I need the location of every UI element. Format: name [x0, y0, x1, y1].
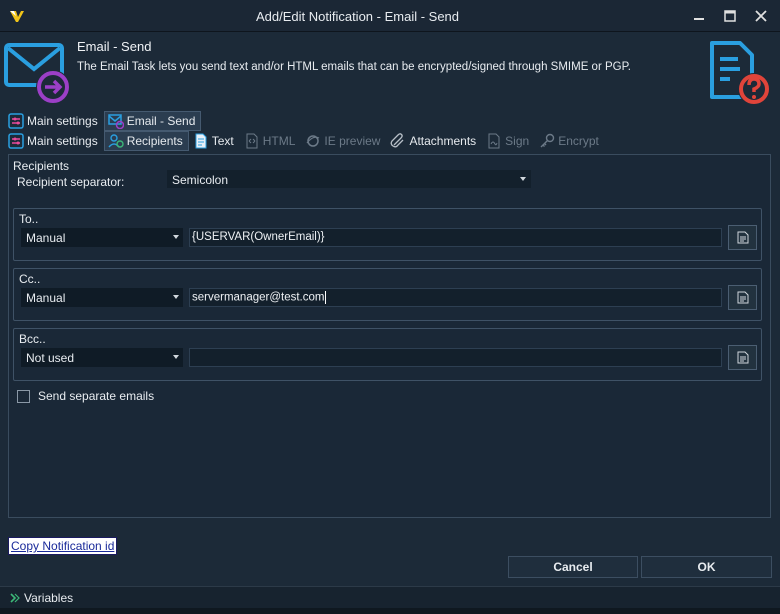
tab-label: Main settings [27, 114, 98, 128]
recipients-icon [108, 133, 124, 149]
ie-preview-icon [305, 133, 321, 149]
header-title: Email - Send [77, 39, 152, 54]
separator-select[interactable]: Semicolon [167, 170, 531, 188]
tab-main-settings[interactable]: Main settings [4, 111, 104, 131]
variables-label: Variables [24, 591, 74, 605]
subtab-html[interactable]: HTML [240, 131, 302, 151]
bcc-mode-value: Not used [26, 351, 75, 365]
window-title: Add/Edit Notification - Email - Send [255, 9, 460, 24]
subtab-main-settings[interactable]: Main settings [4, 131, 104, 151]
chevron-down-icon [173, 295, 179, 299]
tab-label: Attachments [409, 134, 477, 148]
subtab-encrypt[interactable]: Encrypt [535, 131, 605, 151]
title-bar: Add/Edit Notification - Email - Send [0, 0, 780, 32]
subtab-ie-preview[interactable]: IE preview [301, 131, 386, 151]
recipients-panel: Recipients Recipient separator: Semicolo… [8, 154, 771, 518]
bcc-label: Bcc.. [19, 332, 46, 346]
document-icon [737, 231, 748, 244]
separator-label: Recipient separator: [17, 175, 125, 189]
cc-input[interactable]: servermanager@test.com [189, 288, 722, 307]
text-document-icon [193, 133, 209, 149]
cc-label: Cc.. [19, 272, 41, 286]
bcc-mode-select[interactable]: Not used [21, 348, 183, 367]
main-tabbar: Main settings Email - Send [4, 111, 202, 131]
tab-label: IE preview [324, 134, 381, 148]
cc-mode-value: Manual [26, 291, 66, 305]
cancel-button[interactable]: Cancel [508, 556, 638, 578]
maximize-button[interactable] [715, 4, 745, 28]
section-title: Recipients [13, 159, 70, 173]
settings-sliders-icon [8, 133, 24, 149]
paperclip-icon [390, 133, 406, 149]
separator-value: Semicolon [172, 173, 229, 187]
copy-notification-id-link[interactable]: Copy Notification id [8, 537, 118, 555]
chevron-down-icon [520, 177, 526, 181]
sub-tabbar: Main settings Recipients Text HTML IE pr… [4, 131, 605, 151]
close-button[interactable] [746, 4, 776, 28]
task-header: Email - Send The Email Task lets you sen… [0, 33, 780, 109]
document-icon [737, 291, 748, 304]
subtab-attachments[interactable]: Attachments [386, 131, 482, 151]
key-icon [539, 133, 555, 149]
to-input[interactable]: {USERVAR(OwnerEmail)} [189, 228, 722, 247]
variables-toggle[interactable]: Variables [8, 591, 73, 605]
bcc-browse-button[interactable] [728, 345, 757, 370]
tab-label: Email - Send [126, 114, 196, 128]
ok-button[interactable]: OK [641, 556, 772, 578]
to-mode-value: Manual [26, 231, 66, 245]
tab-label: Main settings [27, 134, 98, 148]
subtab-sign[interactable]: Sign [482, 131, 535, 151]
document-icon [737, 351, 748, 364]
help-document-icon[interactable] [706, 39, 774, 107]
sign-icon [486, 133, 502, 149]
email-send-icon [4, 43, 70, 104]
background-window-strip [0, 608, 780, 614]
html-icon [244, 133, 260, 149]
tab-label: Encrypt [558, 134, 599, 148]
cc-mode-select[interactable]: Manual [21, 288, 183, 307]
to-label: To.. [19, 212, 39, 226]
maximize-icon [724, 10, 736, 22]
to-browse-button[interactable] [728, 225, 757, 250]
bcc-group: Bcc.. Not used [13, 328, 762, 381]
send-separate-checkbox[interactable] [17, 389, 30, 403]
chevron-down-icon [173, 355, 179, 359]
to-mode-select[interactable]: Manual [21, 228, 183, 247]
header-description: The Email Task lets you send text and/or… [77, 61, 631, 73]
cc-value: servermanager@test.com [192, 291, 325, 304]
minimize-icon [694, 18, 704, 20]
tab-label: HTML [262, 134, 296, 148]
status-bar: Variables [0, 586, 780, 608]
cc-value-wrap: servermanager@test.com [192, 291, 327, 304]
bcc-input[interactable] [189, 348, 722, 367]
tab-label: Recipients [126, 134, 183, 148]
subtab-recipients[interactable]: Recipients [103, 131, 189, 151]
text-caret [325, 291, 327, 304]
email-send-icon [107, 113, 124, 129]
to-group: To.. Manual {USERVAR(OwnerEmail)} [13, 208, 762, 261]
send-separate-label: Send separate emails [38, 389, 155, 403]
cc-browse-button[interactable] [728, 285, 757, 310]
to-value: {USERVAR(OwnerEmail)} [192, 231, 325, 243]
tab-label: Sign [505, 134, 530, 148]
tab-email-send[interactable]: Email - Send [103, 111, 202, 131]
settings-sliders-icon [8, 113, 24, 129]
minimize-button[interactable] [684, 4, 714, 28]
tab-label: Text [211, 134, 234, 148]
subtab-text[interactable]: Text [189, 131, 240, 151]
close-icon [755, 10, 767, 22]
send-separate-row: Send separate emails [17, 389, 154, 403]
chevron-down-icon [173, 235, 179, 239]
cc-group: Cc.. Manual servermanager@test.com [13, 268, 762, 321]
variables-icon [10, 593, 20, 603]
